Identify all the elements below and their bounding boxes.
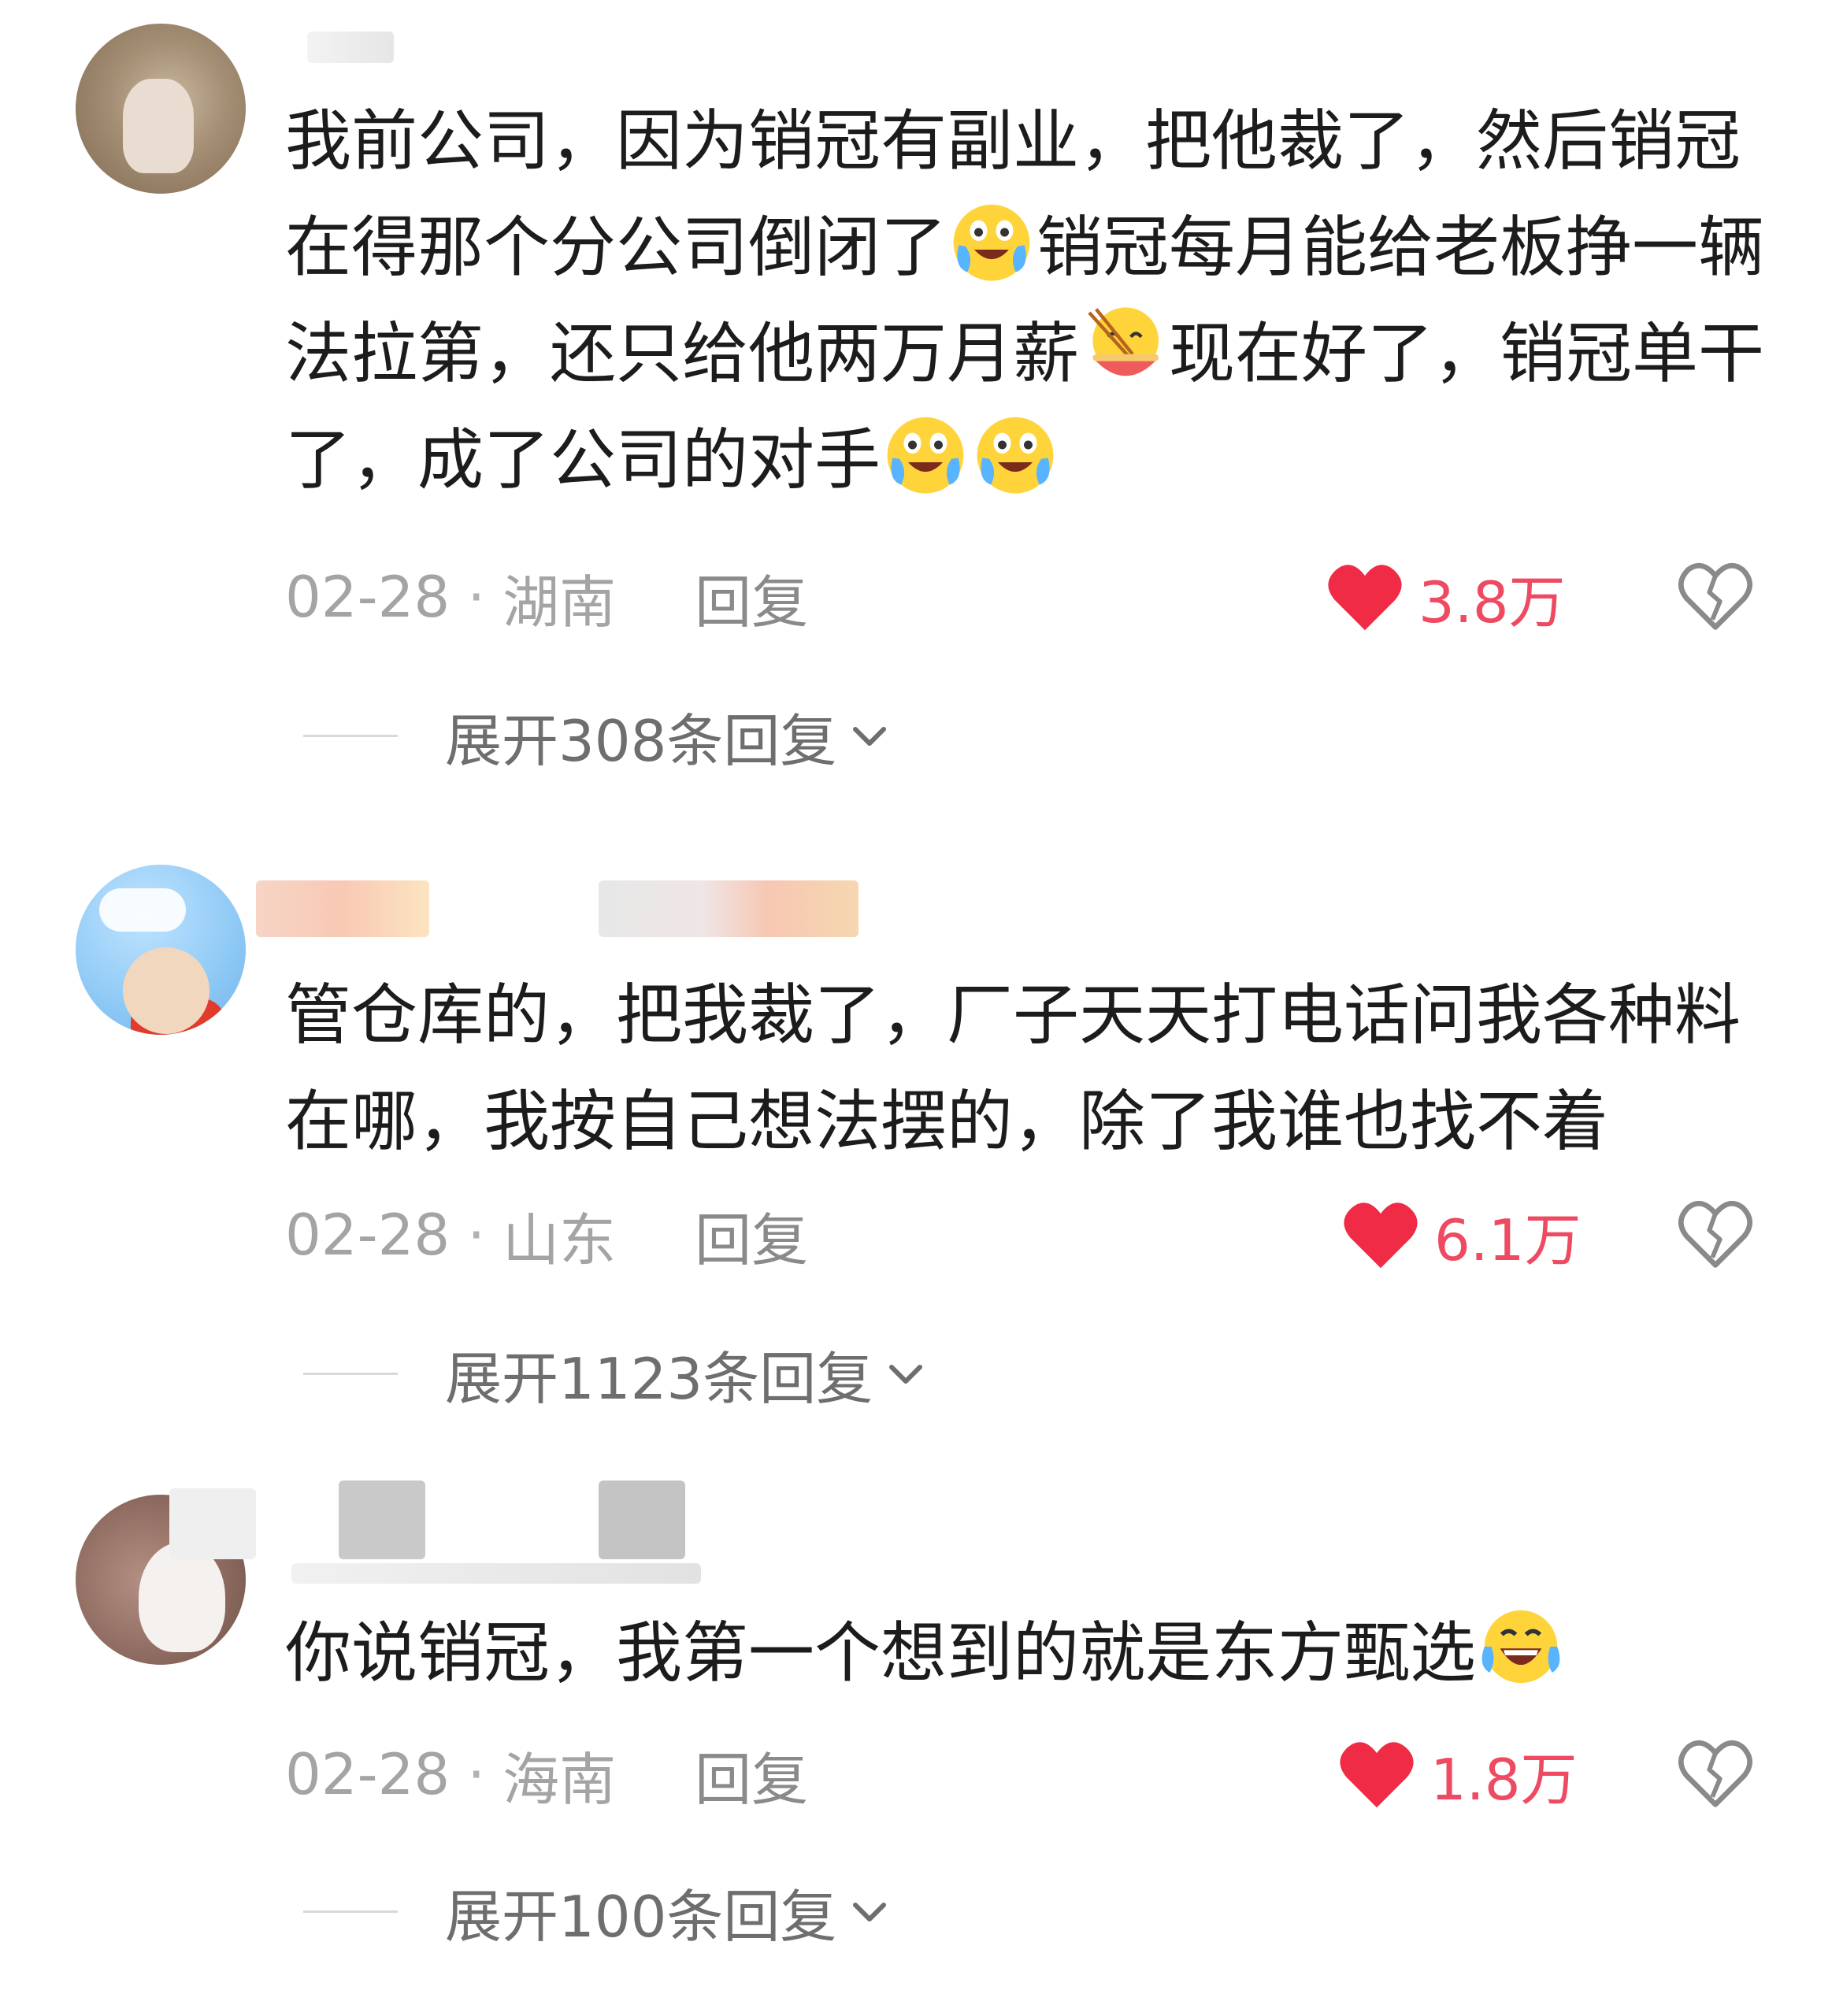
chevron-down-icon [853,1903,887,1922]
expand-replies-label: 展开308条回复 [445,707,837,774]
heart-icon [1344,1203,1418,1269]
avatar-image-detail [123,947,210,1034]
comment-text-part: 你说销冠，我第一个想到的就是东方甄选 [285,1614,1477,1692]
expand-replies-label: 展开1123条回复 [445,1345,873,1412]
avatar-image [99,888,186,932]
heart-icon [1328,565,1402,631]
comment-text: 我前公司，因为销冠有副业，把他裁了，然后销冠在得那个分公司倒闭了 销冠每月能给老… [285,88,1766,513]
avatar[interactable] [76,865,246,1035]
divider-line [303,1910,398,1913]
broken-heart-icon[interactable] [1678,559,1753,635]
crying-laugh-emoji [977,417,1054,494]
expand-replies-button[interactable]: 展开100条回复 [303,1872,1406,1951]
like-button[interactable]: 3.8万 [1327,558,1566,636]
comment-date: 02-28 [285,1202,451,1268]
meta-separator: · [467,564,486,630]
like-count: 6.1万 [1434,1206,1582,1273]
username-blurred[interactable] [169,1488,256,1559]
broken-heart-icon[interactable] [1678,1197,1753,1273]
username-blurred[interactable] [599,880,858,937]
comment-location: 湖南 [502,569,617,636]
reply-button[interactable]: 回复 [695,1733,808,1816]
like-count: 1.8万 [1430,1746,1578,1813]
chevron-down-icon [853,727,887,746]
broken-heart-icon[interactable] [1678,1736,1753,1812]
meta-separator: · [467,1202,486,1268]
comment-text: 你说销冠，我第一个想到的就是东方甄选 [285,1600,1766,1707]
reply-button[interactable]: 回复 [695,1194,808,1277]
heart-icon [1340,1742,1414,1808]
comment-location: 山东 [502,1206,617,1273]
divider-line [303,1372,398,1375]
comment-location: 海南 [502,1746,617,1813]
avatar-image [123,79,194,173]
comment-date: 02-28 [285,564,451,630]
expand-replies-button[interactable]: 展开308条回复 [303,696,1406,775]
eating-noodles-emoji [1088,307,1159,376]
like-button[interactable]: 1.8万 [1339,1735,1578,1814]
comment-text: 管仓库的，把我裁了，厂子天天打电话问我各种料在哪，我按自己想法摆的，除了我谁也找… [285,976,1741,1160]
expand-replies-label: 展开100条回复 [445,1883,837,1950]
meta-separator: · [467,1741,486,1807]
expand-replies-button[interactable]: 展开1123条回复 [303,1334,1406,1413]
username-blurred[interactable] [307,32,394,63]
crying-laugh-emoji [887,417,964,494]
chevron-down-icon [889,1365,923,1384]
username-blurred[interactable] [339,1480,425,1559]
username-blurred[interactable] [291,1563,701,1584]
username-blurred[interactable] [256,880,429,937]
reply-button[interactable]: 回复 [695,556,808,639]
laughing-tears-emoji [1481,1610,1560,1684]
like-button[interactable]: 6.1万 [1343,1195,1582,1274]
crying-laugh-emoji [953,204,1030,281]
divider-line [303,734,398,737]
avatar[interactable] [76,24,246,194]
username-blurred[interactable] [599,1480,685,1559]
comment-date: 02-28 [285,1741,451,1807]
like-count: 3.8万 [1418,569,1566,636]
